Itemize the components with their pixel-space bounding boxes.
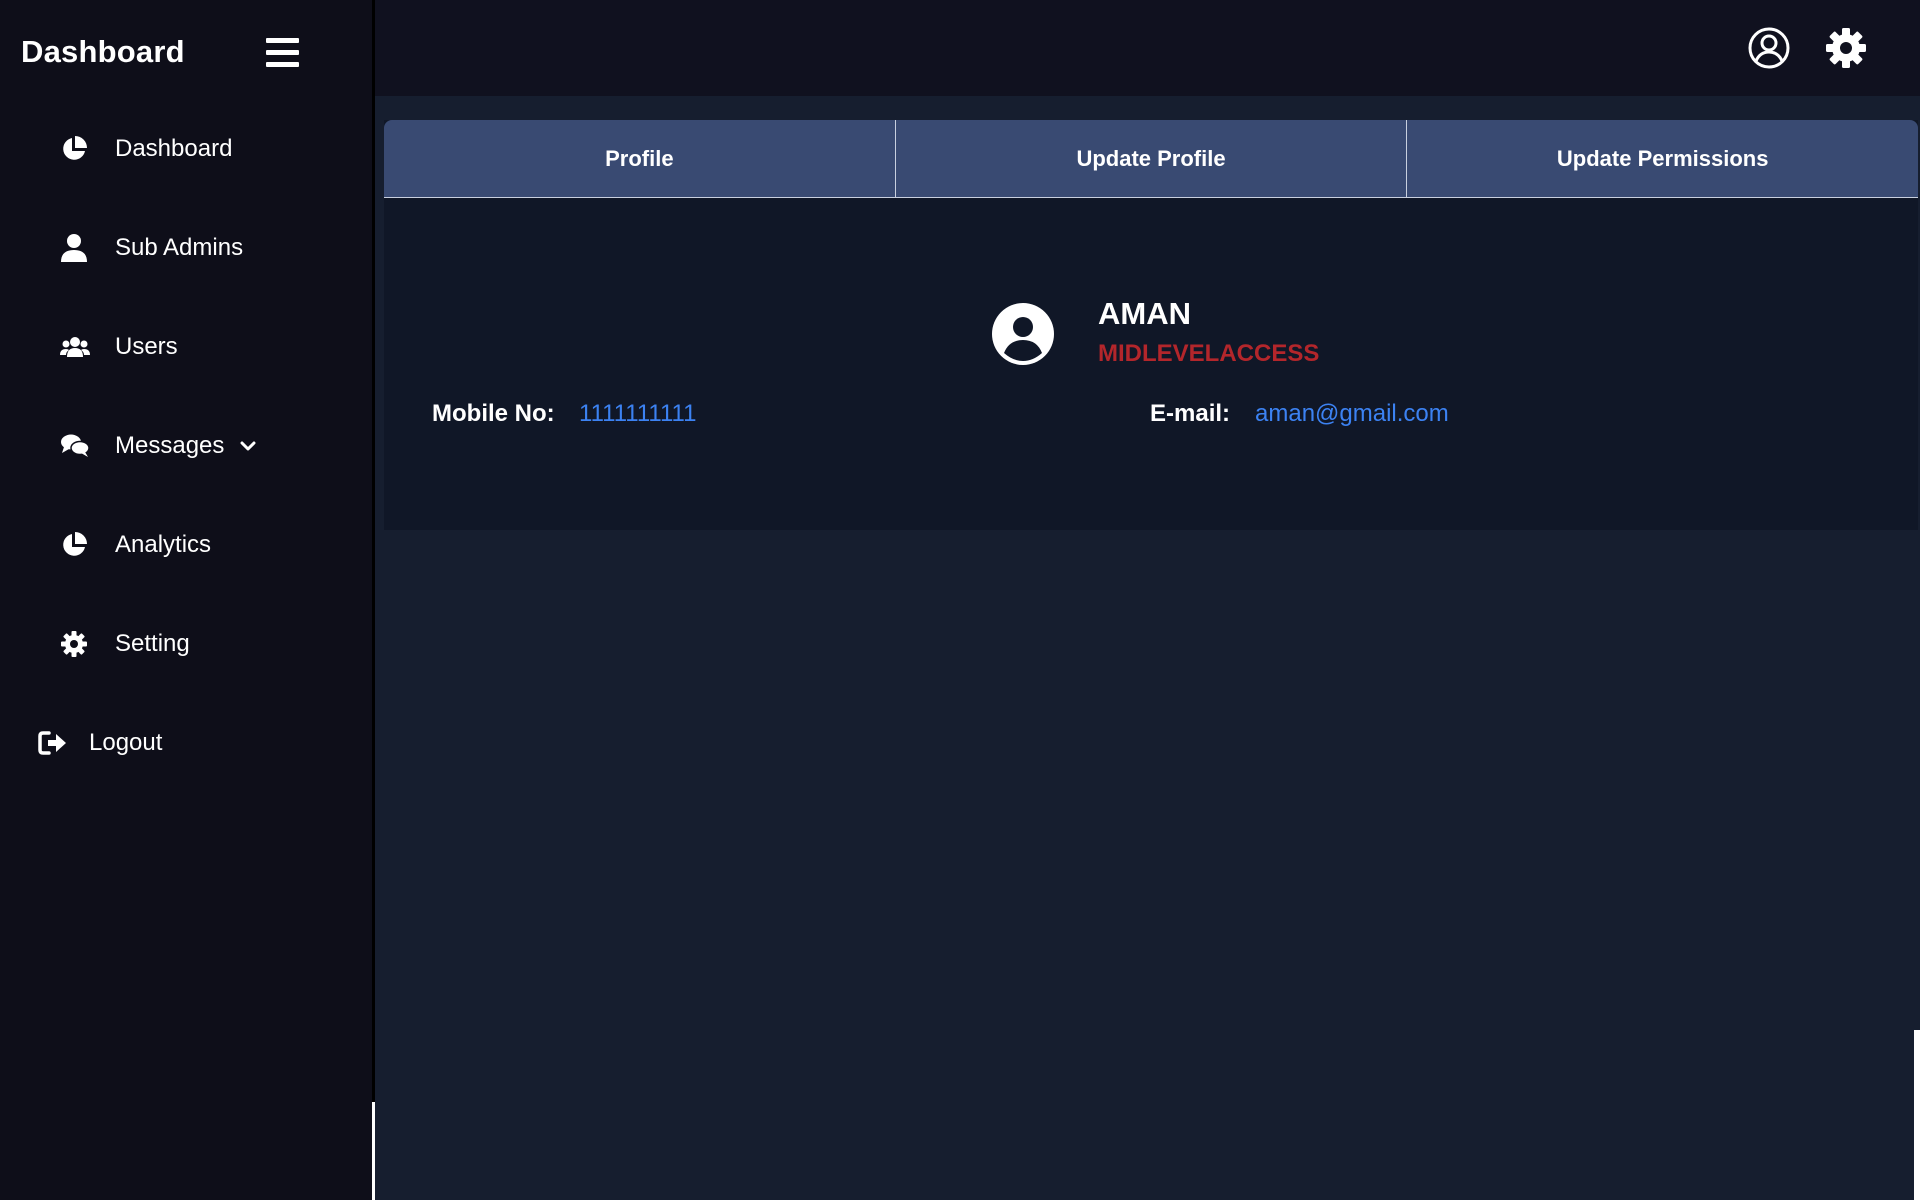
logout-icon: [38, 727, 76, 759]
sidebar-item-label: Messages: [115, 432, 225, 459]
sidebar-item-dashboard[interactable]: Dashboard: [60, 124, 232, 174]
sidebar-item-messages[interactable]: Messages: [60, 421, 258, 471]
sidebar-scrollbar[interactable]: [372, 1102, 375, 1200]
comments-icon: [60, 430, 98, 462]
sidebar-item-sub-admins[interactable]: Sub Admins: [60, 223, 243, 273]
sidebar-item-label: Setting: [115, 630, 190, 657]
avatar: [992, 303, 1054, 365]
top-bar: [375, 0, 1920, 96]
logout-button[interactable]: Logout: [38, 718, 162, 768]
sidebar-brand: Dashboard: [21, 34, 185, 69]
logout-label: Logout: [89, 729, 163, 756]
tab-update-profile[interactable]: Update Profile: [896, 120, 1408, 197]
gear-icon[interactable]: [1824, 26, 1870, 72]
hamburger-menu-icon[interactable]: [266, 38, 299, 68]
email-label: E-mail:: [1150, 400, 1231, 427]
profile-tabs: Profile Update Profile Update Permission…: [384, 120, 1918, 198]
pie-chart-icon: [60, 529, 98, 561]
pie-chart-icon: [60, 133, 98, 165]
user-icon: [60, 232, 98, 264]
email-value[interactable]: aman@gmail.com: [1255, 400, 1449, 428]
sidebar-item-label: Dashboard: [115, 135, 233, 162]
sidebar-item-analytics[interactable]: Analytics: [60, 520, 211, 570]
page-scrollbar[interactable]: [1914, 1030, 1920, 1200]
sidebar-item-label: Analytics: [115, 531, 212, 558]
user-circle-icon[interactable]: [1747, 26, 1793, 72]
sidebar: Dashboard Dashboard Sub Admins Users Mes…: [0, 0, 372, 1200]
chevron-down-icon[interactable]: [240, 437, 258, 455]
sidebar-item-users[interactable]: Users: [60, 322, 178, 372]
tab-update-permissions[interactable]: Update Permissions: [1407, 120, 1918, 197]
mobile-value: 1111111111: [579, 400, 697, 427]
sidebar-item-setting[interactable]: Setting: [60, 619, 190, 669]
mobile-label: Mobile No:: [432, 400, 555, 427]
gear-icon: [60, 628, 98, 660]
tab-profile[interactable]: Profile: [384, 120, 896, 197]
users-icon: [60, 331, 98, 363]
sidebar-item-label: Sub Admins: [115, 234, 244, 261]
sidebar-item-label: Users: [115, 333, 178, 360]
profile-role: MIDLEVELACCESS: [1098, 340, 1320, 367]
sidebar-divider: [372, 0, 375, 1200]
profile-name: AMAN: [1098, 296, 1191, 331]
